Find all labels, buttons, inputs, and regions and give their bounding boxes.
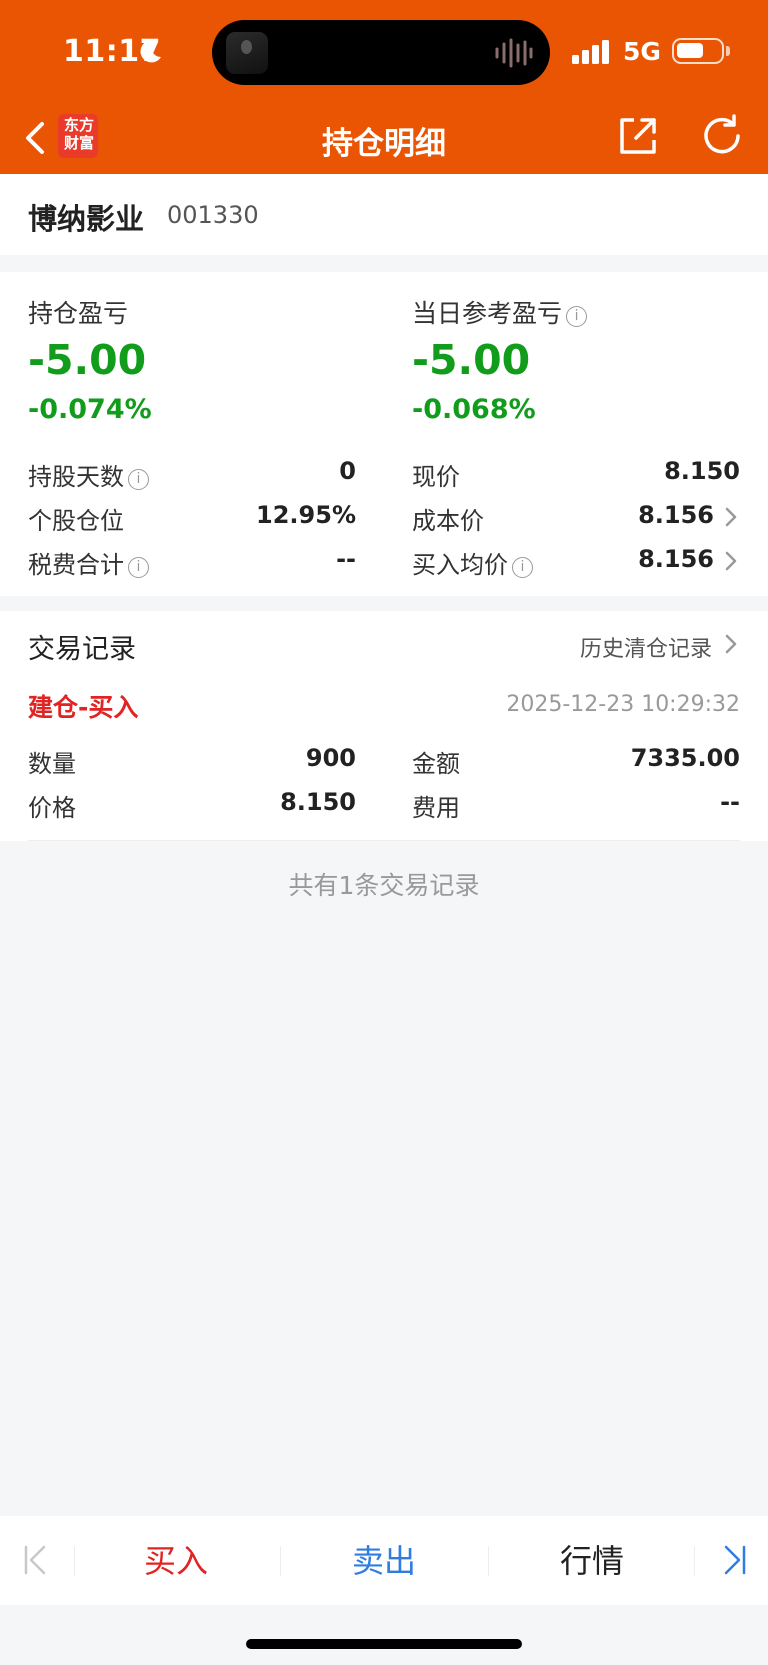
chevron-right-icon[interactable] bbox=[724, 550, 738, 572]
stock-code: 001330 bbox=[167, 201, 259, 229]
audio-wave-icon bbox=[495, 38, 533, 68]
toolbar-separator bbox=[488, 1546, 489, 1576]
price-label: 价格 bbox=[28, 794, 76, 822]
price-value: 8.150 bbox=[280, 788, 356, 816]
quantity-label: 数量 bbox=[28, 750, 76, 778]
holding-days-value: 0 bbox=[339, 457, 356, 485]
trade-type: 建仓-买入 bbox=[28, 693, 139, 722]
holding-days-label-text: 持股天数 bbox=[28, 463, 124, 491]
position-ratio-value: 12.95% bbox=[256, 501, 356, 529]
skip-first-icon[interactable] bbox=[22, 1544, 50, 1576]
total-tax-label-text: 税费合计 bbox=[28, 551, 124, 579]
quantity-value: 900 bbox=[305, 744, 356, 772]
moon-icon bbox=[140, 40, 161, 63]
share-icon[interactable] bbox=[616, 114, 660, 158]
cost-price-value[interactable]: 8.156 bbox=[638, 501, 714, 529]
nav-bar: 东方 财富 持仓明细 bbox=[0, 104, 768, 174]
chevron-right-icon[interactable] bbox=[724, 633, 738, 655]
info-icon[interactable]: i bbox=[128, 557, 149, 578]
home-indicator[interactable] bbox=[246, 1639, 522, 1649]
quote-button[interactable]: 行情 bbox=[512, 1536, 672, 1582]
skip-last-icon[interactable] bbox=[720, 1544, 748, 1576]
holding-pl-value: -5.00 bbox=[28, 336, 147, 384]
refresh-icon[interactable] bbox=[700, 114, 744, 158]
network-label: 5G bbox=[623, 37, 661, 66]
buy-button[interactable]: 买入 bbox=[96, 1536, 256, 1582]
sell-button[interactable]: 卖出 bbox=[304, 1536, 464, 1582]
dynamic-island bbox=[212, 20, 550, 85]
holding-pl-label: 持仓盈亏 bbox=[28, 299, 129, 328]
signal-icon bbox=[572, 40, 609, 64]
position-summary: 持仓盈亏 -5.00 -0.074% 当日参考盈亏 i -5.00 -0.068%… bbox=[0, 272, 768, 596]
fee-value: -- bbox=[720, 788, 740, 816]
total-tax-value: -- bbox=[336, 545, 356, 573]
daily-pl-label: 当日参考盈亏 i bbox=[412, 294, 588, 330]
total-tax-label: 税费合计 i bbox=[28, 545, 149, 580]
trade-time: 2025-12-23 10:29:32 bbox=[506, 692, 740, 717]
avg-buy-price-label-text: 买入均价 bbox=[412, 551, 508, 579]
daily-pl-label-text: 当日参考盈亏 bbox=[412, 299, 563, 328]
holding-days-label: 持股天数 i bbox=[28, 457, 149, 492]
position-ratio-label: 个股仓位 bbox=[28, 507, 124, 535]
toolbar-separator bbox=[74, 1546, 75, 1576]
status-bar: 11:17 5G bbox=[0, 0, 768, 104]
stock-name: 博纳影业 bbox=[28, 202, 145, 236]
amount-value: 7335.00 bbox=[630, 744, 740, 772]
battery-icon bbox=[672, 38, 724, 64]
chevron-right-icon[interactable] bbox=[724, 506, 738, 528]
fee-label: 费用 bbox=[412, 794, 460, 822]
history-clear-link[interactable]: 历史清仓记录 bbox=[580, 631, 712, 663]
info-icon[interactable]: i bbox=[128, 469, 149, 490]
current-price-value: 8.150 bbox=[664, 457, 740, 485]
daily-pl-pct: -0.068% bbox=[412, 394, 536, 425]
stock-header: 博纳影业 001330 bbox=[0, 174, 768, 255]
current-price-label: 现价 bbox=[412, 463, 460, 491]
amount-label: 金额 bbox=[412, 750, 460, 778]
divider bbox=[28, 840, 740, 841]
info-icon[interactable]: i bbox=[566, 306, 588, 327]
app-header: 11:17 5G 东方 财富 持仓明细 bbox=[0, 0, 768, 174]
bottom-toolbar: 买入 卖出 行情 bbox=[0, 1516, 768, 1605]
record-count: 共有1条交易记录 bbox=[288, 871, 480, 900]
avg-buy-price-label[interactable]: 买入均价 i bbox=[412, 545, 533, 580]
now-playing-artwork bbox=[226, 32, 268, 74]
avg-buy-price-value[interactable]: 8.156 bbox=[638, 545, 714, 573]
toolbar-separator bbox=[280, 1546, 281, 1576]
toolbar-separator bbox=[694, 1546, 695, 1576]
trade-records: 交易记录 历史清仓记录 建仓-买入 2025-12-23 10:29:32 数量… bbox=[0, 611, 768, 841]
section-title: 交易记录 bbox=[28, 634, 136, 665]
cost-price-label[interactable]: 成本价 bbox=[412, 501, 484, 536]
daily-pl-value: -5.00 bbox=[412, 336, 531, 384]
info-icon[interactable]: i bbox=[512, 557, 533, 578]
holding-pl-pct: -0.074% bbox=[28, 394, 152, 425]
